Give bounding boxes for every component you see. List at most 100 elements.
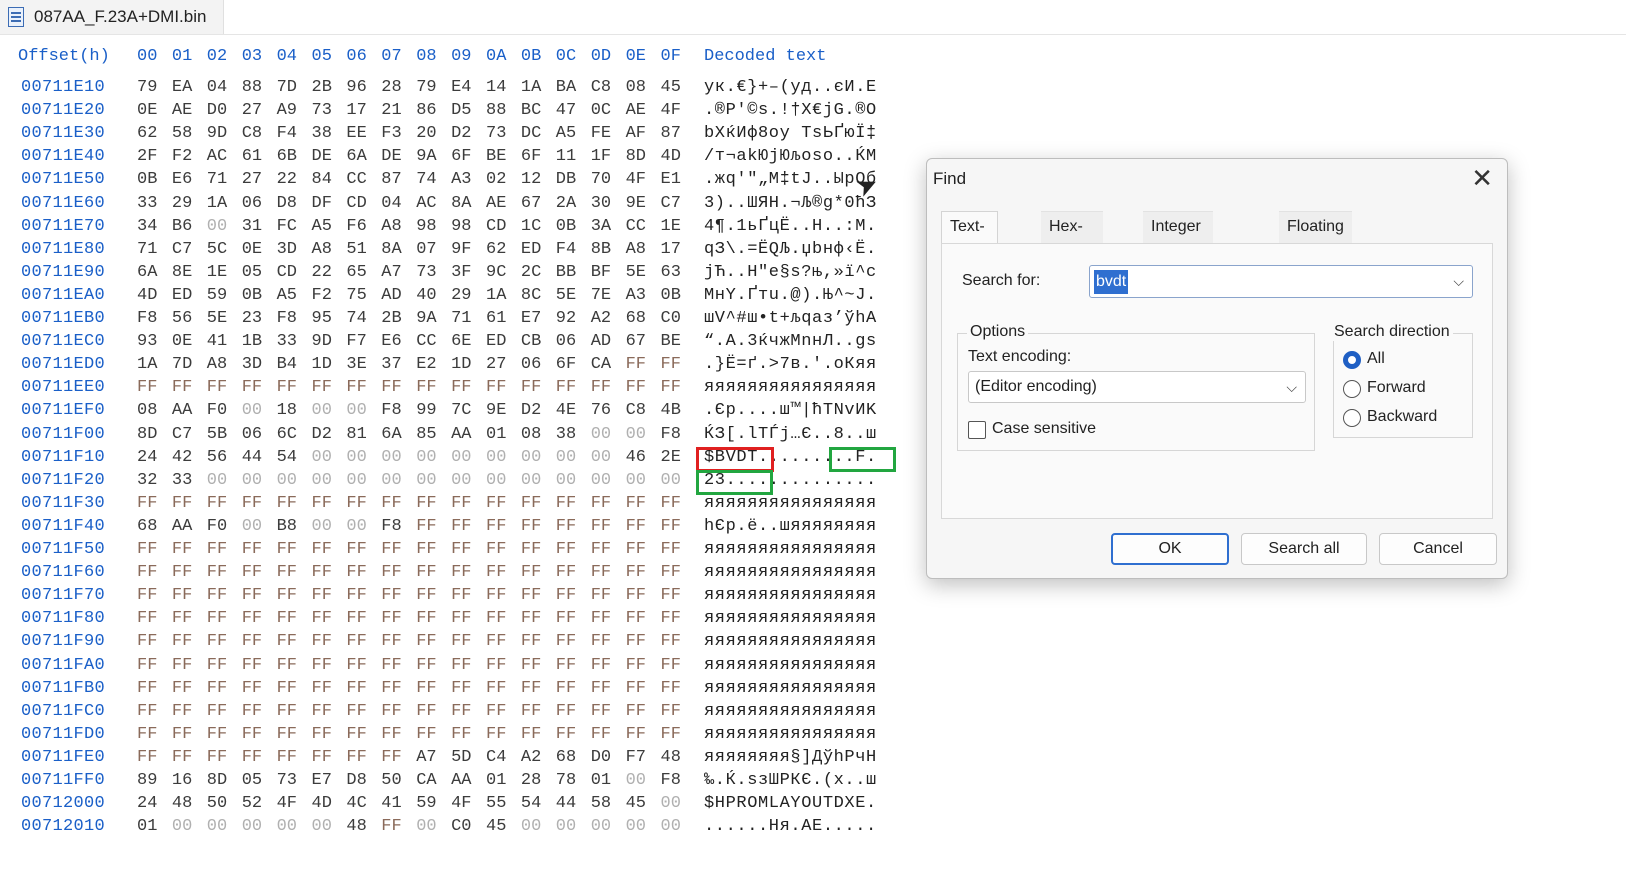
hex-byte[interactable]: FF bbox=[346, 563, 366, 582]
hex-byte[interactable]: FF bbox=[486, 702, 506, 721]
hex-byte[interactable]: 54 bbox=[521, 794, 541, 813]
hex-byte[interactable]: 67 bbox=[521, 194, 541, 213]
hex-byte[interactable]: 6A bbox=[381, 425, 401, 444]
hex-byte[interactable]: FF bbox=[346, 540, 366, 559]
hex-byte[interactable]: FF bbox=[626, 725, 646, 744]
hex-byte[interactable]: FF bbox=[661, 355, 681, 374]
hex-byte[interactable]: FF bbox=[521, 563, 541, 582]
hex-byte[interactable]: 00 bbox=[521, 448, 541, 467]
hex-byte[interactable]: FF bbox=[591, 378, 611, 397]
case-sensitive-label[interactable]: Case sensitive bbox=[992, 420, 1096, 438]
hex-byte[interactable]: 9E bbox=[626, 194, 646, 213]
hex-byte[interactable]: 28 bbox=[381, 78, 401, 97]
ok-button[interactable]: OK bbox=[1111, 533, 1229, 565]
hex-byte[interactable]: FF bbox=[172, 656, 192, 675]
hex-byte[interactable]: 02 bbox=[486, 170, 506, 189]
hex-byte[interactable]: FF bbox=[451, 656, 471, 675]
hex-byte[interactable]: 99 bbox=[416, 401, 436, 420]
hex-byte[interactable]: FF bbox=[207, 563, 227, 582]
tab-integer-number[interactable]: Integer number bbox=[1143, 211, 1214, 265]
hex-byte[interactable]: 3A bbox=[591, 217, 611, 236]
hex-byte[interactable]: 30 bbox=[591, 194, 611, 213]
hex-byte[interactable]: 68 bbox=[137, 517, 157, 536]
hex-byte[interactable]: 00 bbox=[626, 471, 646, 490]
hex-byte[interactable]: 00 bbox=[242, 401, 262, 420]
hex-byte[interactable]: A7 bbox=[416, 748, 436, 767]
hex-byte[interactable]: DB bbox=[556, 170, 576, 189]
hex-byte[interactable]: 0E bbox=[172, 332, 192, 351]
hex-byte[interactable]: 5C bbox=[207, 240, 227, 259]
hex-byte[interactable]: F8 bbox=[277, 309, 297, 328]
hex-byte[interactable]: 63 bbox=[661, 263, 681, 282]
hex-byte[interactable]: AC bbox=[207, 147, 227, 166]
hex-byte[interactable]: FF bbox=[661, 609, 681, 628]
hex-byte[interactable]: 4F bbox=[626, 170, 646, 189]
decoded-text[interactable]: “.A.3ќчжМnнЛ..gѕ bbox=[704, 332, 877, 351]
hex-byte[interactable]: CD bbox=[346, 194, 366, 213]
hex-byte[interactable]: E6 bbox=[172, 170, 192, 189]
hex-byte[interactable]: 92 bbox=[556, 309, 576, 328]
hex-byte[interactable]: FF bbox=[591, 494, 611, 513]
hex-byte[interactable]: 32 bbox=[137, 471, 157, 490]
hex-byte[interactable]: FF bbox=[416, 609, 436, 628]
hex-byte[interactable]: 45 bbox=[486, 817, 506, 836]
hex-byte[interactable]: 4D bbox=[661, 147, 681, 166]
hex-byte[interactable]: E4 bbox=[451, 78, 471, 97]
hex-byte[interactable]: 00 bbox=[207, 217, 227, 236]
hex-byte[interactable]: FF bbox=[242, 632, 262, 651]
hex-byte[interactable]: 48 bbox=[172, 794, 192, 813]
decoded-text[interactable]: .®Р'©s.!†Х€јG.®O bbox=[704, 101, 877, 120]
decoded-text[interactable]: яяяяяяяяяяяяяяяя bbox=[704, 563, 877, 582]
hex-byte[interactable]: 73 bbox=[486, 124, 506, 143]
hex-byte[interactable]: 1B bbox=[242, 332, 262, 351]
hex-byte[interactable]: 6A bbox=[137, 263, 157, 282]
hex-byte[interactable]: FF bbox=[416, 656, 436, 675]
hex-byte[interactable]: FF bbox=[556, 563, 576, 582]
hex-byte[interactable]: AA bbox=[451, 771, 471, 790]
case-sensitive-checkbox[interactable] bbox=[968, 421, 986, 439]
hex-byte[interactable]: 81 bbox=[346, 425, 366, 444]
hex-byte[interactable]: FF bbox=[242, 725, 262, 744]
hex-byte[interactable]: 2B bbox=[312, 78, 332, 97]
hex-byte[interactable]: C7 bbox=[172, 240, 192, 259]
hex-byte[interactable]: 46 bbox=[626, 448, 646, 467]
hex-byte[interactable]: FF bbox=[207, 586, 227, 605]
hex-byte[interactable]: FF bbox=[591, 609, 611, 628]
hex-byte[interactable]: 1A bbox=[137, 355, 157, 374]
hex-byte[interactable]: 00 bbox=[312, 471, 332, 490]
hex-byte[interactable]: A5 bbox=[312, 217, 332, 236]
hex-byte[interactable]: 5E bbox=[626, 263, 646, 282]
decoded-text[interactable]: ‰.Ќ.sзШPКЄ.(x..ш bbox=[704, 771, 877, 790]
hex-byte[interactable]: D8 bbox=[346, 771, 366, 790]
hex-byte[interactable]: F0 bbox=[207, 517, 227, 536]
hex-byte[interactable]: FF bbox=[556, 656, 576, 675]
hex-byte[interactable]: BA bbox=[556, 78, 576, 97]
hex-byte[interactable]: FF bbox=[556, 540, 576, 559]
decoded-text[interactable]: ......Hя.АE..... bbox=[704, 817, 877, 836]
decoded-text[interactable]: яяяяяяяя§]ДўhРчH bbox=[704, 748, 877, 767]
hex-byte[interactable]: FF bbox=[521, 540, 541, 559]
hex-byte[interactable]: 45 bbox=[626, 794, 646, 813]
hex-byte[interactable]: 52 bbox=[242, 794, 262, 813]
hex-byte[interactable]: FF bbox=[626, 702, 646, 721]
hex-byte[interactable]: FF bbox=[451, 586, 471, 605]
hex-byte[interactable]: FF bbox=[381, 609, 401, 628]
hex-byte[interactable]: 0C bbox=[591, 101, 611, 120]
decoded-text[interactable]: яяяяяяяяяяяяяяяя bbox=[704, 679, 877, 698]
hex-byte[interactable]: FF bbox=[626, 540, 646, 559]
hex-byte[interactable]: FF bbox=[137, 679, 157, 698]
hex-byte[interactable]: 9C bbox=[486, 263, 506, 282]
hex-byte[interactable]: D2 bbox=[451, 124, 471, 143]
hex-byte[interactable]: AE bbox=[172, 101, 192, 120]
hex-byte[interactable]: FF bbox=[277, 702, 297, 721]
hex-byte[interactable]: 01 bbox=[486, 425, 506, 444]
hex-byte[interactable]: 00 bbox=[486, 448, 506, 467]
hex-byte[interactable]: B6 bbox=[172, 217, 192, 236]
hex-byte[interactable]: 00 bbox=[591, 817, 611, 836]
hex-byte[interactable]: A5 bbox=[277, 286, 297, 305]
hex-byte[interactable]: A9 bbox=[277, 101, 297, 120]
hex-byte[interactable]: 45 bbox=[661, 78, 681, 97]
hex-byte[interactable]: D0 bbox=[591, 748, 611, 767]
hex-byte[interactable]: A5 bbox=[556, 124, 576, 143]
hex-byte[interactable]: CB bbox=[521, 332, 541, 351]
